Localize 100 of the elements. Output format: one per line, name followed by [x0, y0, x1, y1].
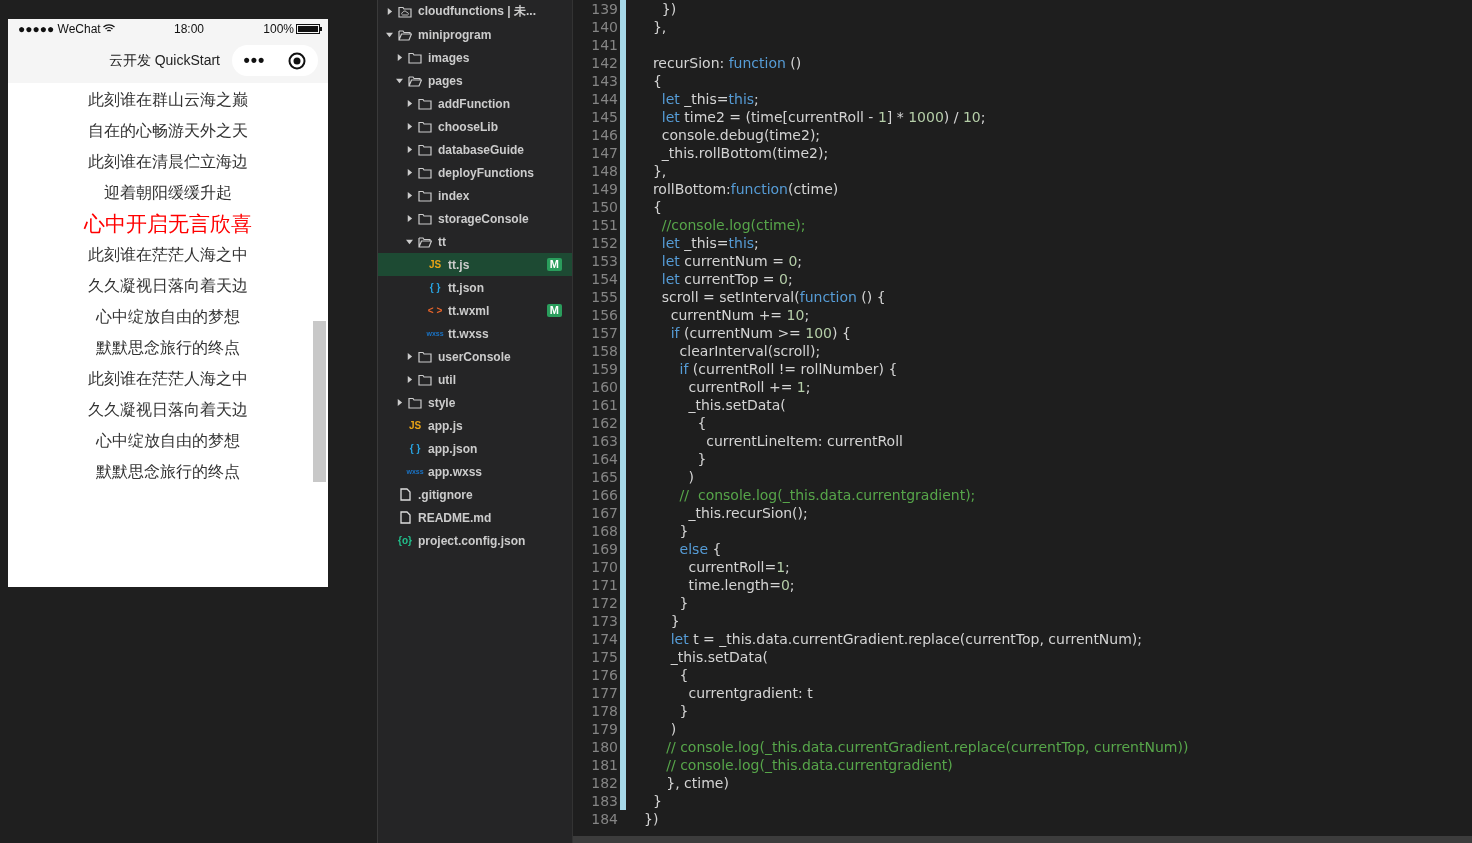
code-line: }): [644, 811, 659, 827]
code-line: }: [651, 793, 662, 809]
caret-icon[interactable]: [396, 77, 403, 84]
line-number: 154: [590, 271, 618, 287]
open-folder-icon: [418, 235, 432, 248]
caret-icon[interactable]: [406, 100, 413, 107]
line-number: 182: [590, 775, 618, 791]
folder-icon: [418, 189, 432, 202]
caret-icon[interactable]: [406, 146, 413, 153]
file-tree-item[interactable]: .gitignore: [378, 483, 572, 506]
file-tree-item[interactable]: README.md: [378, 506, 572, 529]
folder-icon: [408, 396, 422, 409]
code-line: {: [651, 73, 662, 89]
horizontal-scrollbar[interactable]: [573, 836, 1472, 843]
file-tree-item[interactable]: JS app.js: [378, 414, 572, 437]
caret-icon[interactable]: [386, 8, 393, 15]
folder-icon: [418, 120, 432, 133]
caret-icon[interactable]: [406, 238, 413, 245]
file-name: style: [428, 395, 457, 410]
file-tree-item[interactable]: pages: [378, 69, 572, 92]
file-tree-item[interactable]: cloudfunctions | 未...: [378, 0, 572, 23]
file-tree-item[interactable]: addFunction: [378, 92, 572, 115]
line-number: 165: [590, 469, 618, 485]
file-tree-item[interactable]: storageConsole: [378, 207, 572, 230]
line-number: 163: [590, 433, 618, 449]
lyric-line: 久久凝视日落向着天边: [88, 276, 248, 296]
caret-icon[interactable]: [406, 192, 413, 199]
file-name: databaseGuide: [438, 142, 526, 157]
file-name: tt: [438, 234, 447, 249]
file-tree-item[interactable]: style: [378, 391, 572, 414]
caret-icon[interactable]: [406, 169, 413, 176]
file-tree-item[interactable]: deployFunctions: [378, 161, 572, 184]
line-number: 177: [590, 685, 618, 701]
file-tree-item[interactable]: < > tt.wxml M: [378, 299, 572, 322]
caret-icon[interactable]: [386, 31, 393, 38]
file-icon: [399, 488, 411, 501]
file-name: userConsole: [438, 349, 512, 364]
lyric-line: 自在的心畅游天外之天: [88, 121, 248, 141]
code-line: // console.log(_this.data.currentGradient.replace(currentTop, currentNum)): [665, 739, 1189, 755]
file-name: app.json: [428, 441, 479, 456]
line-number: 161: [590, 397, 618, 413]
lyric-line: 久久凝视日落向着天边: [88, 400, 248, 420]
caret-icon[interactable]: [396, 54, 403, 61]
file-name: chooseLib: [438, 119, 499, 134]
folder-icon: [418, 373, 432, 386]
code-line: }, ctime): [665, 775, 729, 791]
file-name: cloudfunctions | 未...: [418, 3, 538, 20]
line-number: 141: [590, 37, 618, 53]
line-number: 159: [590, 361, 618, 377]
code-line: scroll = setInterval(function () {: [660, 289, 886, 305]
lyric-line: 默默思念旅行的终点: [96, 462, 240, 482]
line-number: 147: [590, 145, 618, 161]
folder-icon: [418, 212, 432, 225]
caret-icon[interactable]: [406, 376, 413, 383]
file-tree-item[interactable]: JS tt.js M: [378, 253, 572, 276]
lyric-line: 迎着朝阳缓缓升起: [104, 183, 232, 203]
code-line: }: [678, 595, 689, 611]
line-number: 157: [590, 325, 618, 341]
code-line: _this.rollBottom(time2);: [660, 145, 829, 161]
line-number: 184: [590, 811, 618, 827]
cloud-folder-icon: [398, 5, 412, 18]
folder-icon: [418, 166, 432, 179]
file-tree-item[interactable]: userConsole: [378, 345, 572, 368]
file-tree-item[interactable]: { } app.json: [378, 437, 572, 460]
caret-icon[interactable]: [406, 215, 413, 222]
file-name: storageConsole: [438, 211, 530, 226]
line-number: 140: [590, 19, 618, 35]
file-name: tt.wxml: [448, 303, 491, 318]
line-number: 155: [590, 289, 618, 305]
code-line: let t = _this.data.currentGradient.replace(currentTop, currentNum);: [669, 631, 1143, 647]
wxml-file-icon: < >: [427, 305, 443, 316]
lyric-line: 心中开启无言欣喜: [84, 211, 252, 237]
file-name: util: [438, 372, 457, 387]
scrollbar-thumb[interactable]: [313, 321, 326, 482]
file-name: tt.json: [448, 280, 485, 295]
file-tree-item[interactable]: miniprogram: [378, 23, 572, 46]
file-tree-item[interactable]: { } tt.json: [378, 276, 572, 299]
line-number: 181: [590, 757, 618, 773]
code-line: }: [678, 523, 689, 539]
folder-icon: [418, 350, 432, 363]
file-tree-item[interactable]: index: [378, 184, 572, 207]
line-number: 151: [590, 217, 618, 233]
line-number: 160: [590, 379, 618, 395]
caret-icon[interactable]: [396, 399, 403, 406]
line-number: 183: [590, 793, 618, 809]
line-number: 156: [590, 307, 618, 323]
file-tree-item[interactable]: util: [378, 368, 572, 391]
file-tree-item[interactable]: tt: [378, 230, 572, 253]
folder-icon: [408, 51, 422, 64]
file-tree-item[interactable]: images: [378, 46, 572, 69]
line-number: 180: [590, 739, 618, 755]
line-number: 153: [590, 253, 618, 269]
code-line: if (currentNum >= 100) {: [669, 325, 851, 341]
file-tree-item[interactable]: databaseGuide: [378, 138, 572, 161]
file-tree-item[interactable]: chooseLib: [378, 115, 572, 138]
caret-icon[interactable]: [406, 353, 413, 360]
more-button[interactable]: •••: [243, 50, 266, 71]
line-number: 149: [590, 181, 618, 197]
file-tree-item[interactable]: {o} project.config.json: [378, 529, 572, 552]
caret-icon[interactable]: [406, 123, 413, 130]
